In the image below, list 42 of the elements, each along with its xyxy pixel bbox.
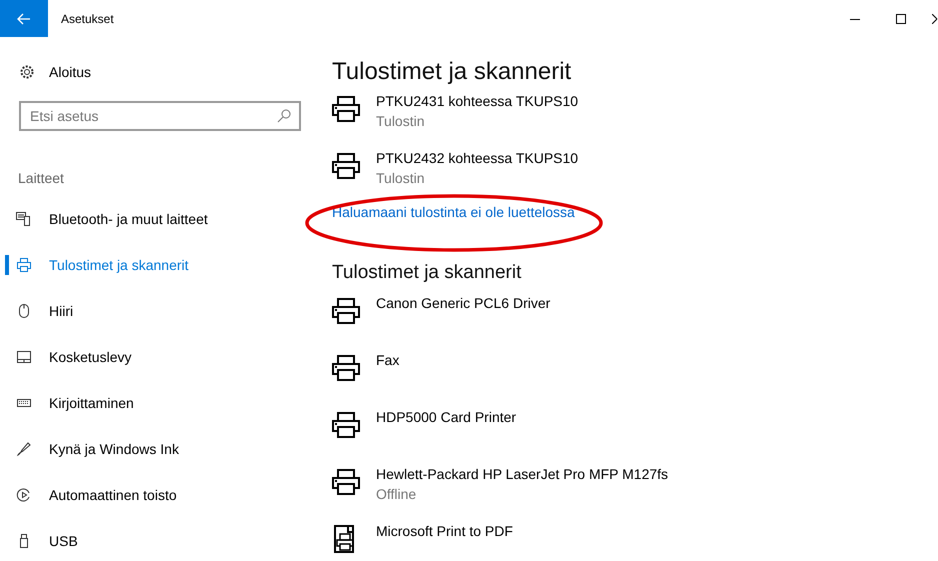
printer-icon xyxy=(332,152,360,180)
printer-icon xyxy=(16,257,32,273)
sidebar-item[interactable]: Kirjoittaminen xyxy=(0,380,320,426)
page-heading: Tulostimet ja skannerit xyxy=(332,57,572,87)
printer-name[interactable]: Fax xyxy=(376,350,400,370)
printer-name[interactable]: Canon Generic PCL6 Driver xyxy=(376,293,550,313)
bluetooth-devices-icon xyxy=(16,211,32,227)
autoplay-icon xyxy=(16,487,32,503)
printer-name[interactable]: PTKU2431 kohteessa TKUPS10 xyxy=(376,91,578,111)
printer-icon xyxy=(332,297,360,325)
section-label: Laitteet xyxy=(17,169,65,186)
sidebar-item[interactable]: Bluetooth- ja muut laitteet xyxy=(0,196,320,242)
printer-status: Tulostin xyxy=(376,112,426,131)
back-arrow-icon xyxy=(17,12,31,24)
printer-name[interactable]: HDP5000 Card Printer xyxy=(376,407,516,427)
search-icon xyxy=(276,108,292,124)
gear-icon xyxy=(19,64,35,80)
sidebar-item[interactable]: Automaattinen toisto xyxy=(0,472,320,518)
sidebar-item[interactable]: Kosketuslevy xyxy=(0,334,320,380)
pen-icon xyxy=(16,441,32,457)
window-title: Asetukset xyxy=(61,10,114,28)
close-icon xyxy=(932,14,938,24)
sidebar-item[interactable]: Kynä ja Windows Ink xyxy=(0,426,320,472)
selection-indicator xyxy=(5,255,9,275)
printer-name[interactable]: Microsoft Print to PDF xyxy=(376,521,513,541)
printer-icon xyxy=(332,354,360,382)
sidebar-item[interactable]: Tulostimet ja skannerit xyxy=(0,242,320,288)
search-field[interactable]: Etsi asetus xyxy=(19,101,301,131)
touchpad-icon xyxy=(16,349,32,365)
maximize-icon xyxy=(896,14,906,24)
printer-name[interactable]: PTKU2432 kohteessa TKUPS10 xyxy=(376,148,578,168)
printer-icon xyxy=(332,468,360,496)
home-link[interactable]: Aloitus xyxy=(0,60,320,84)
printer-icon xyxy=(332,95,360,123)
sidebar-item[interactable]: Hiiri xyxy=(0,288,320,334)
printer-name[interactable]: Hewlett-Packard HP LaserJet Pro MFP M127fs xyxy=(376,464,668,484)
printer-icon xyxy=(332,411,360,439)
printer-status: Offline xyxy=(376,485,418,504)
section-heading: Tulostimet ja skannerit xyxy=(332,261,522,285)
mouse-icon xyxy=(16,303,32,319)
printer-status: Tulostin xyxy=(376,169,426,188)
sidebar-item[interactable]: USB xyxy=(0,518,320,561)
